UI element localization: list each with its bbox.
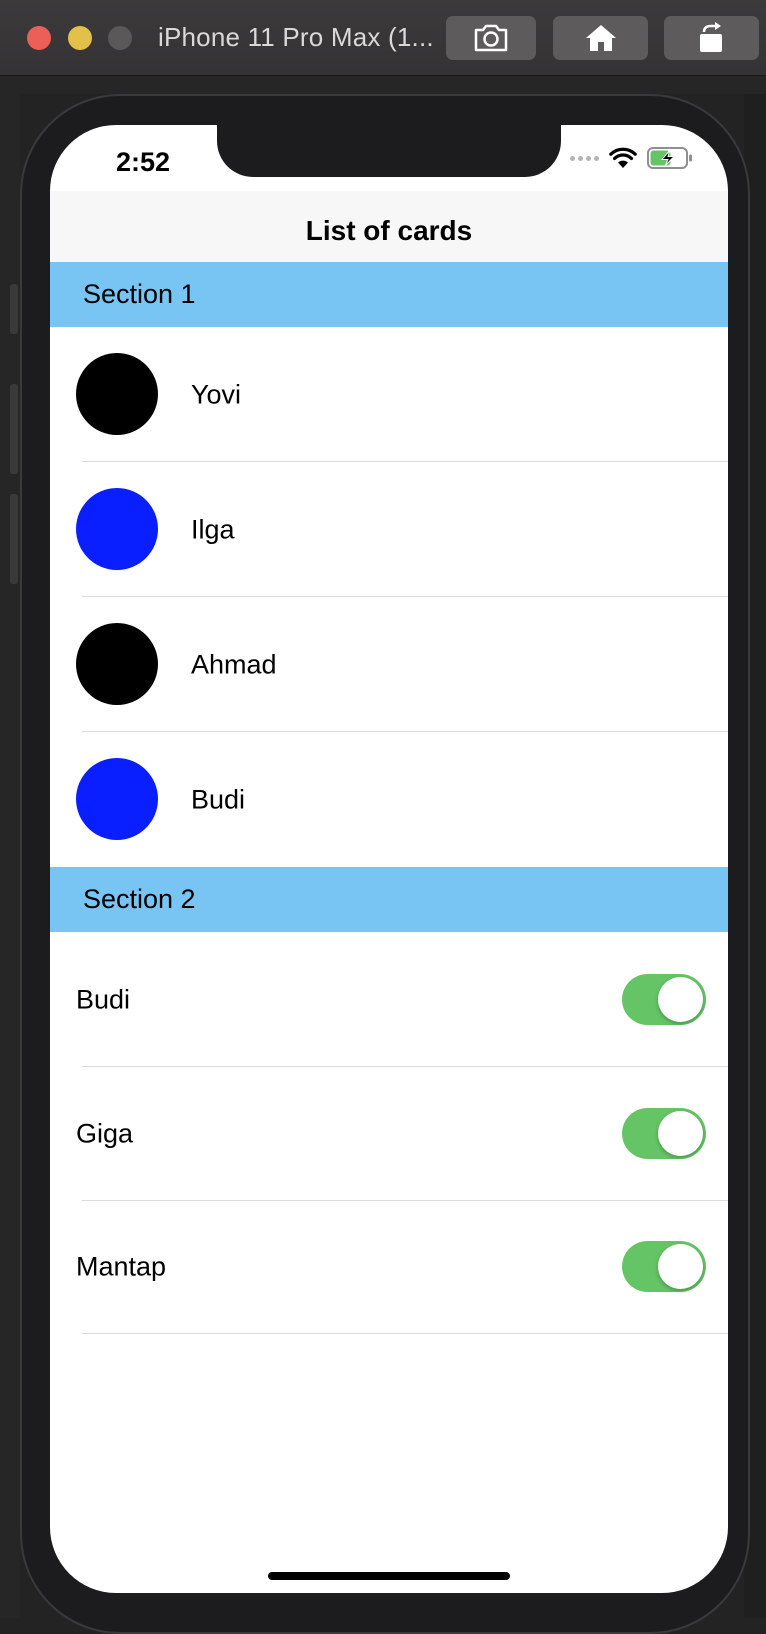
list-item[interactable]: Budi	[50, 732, 728, 867]
battery-charging-icon	[647, 147, 692, 169]
home-indicator[interactable]	[268, 1572, 510, 1580]
row-separator	[82, 1333, 728, 1334]
wifi-icon	[609, 147, 637, 168]
window-title: iPhone 11 Pro Max (1...	[158, 22, 434, 52]
phone-screen: 2:52 List of cards Section 1 Yovi Ilga A…	[50, 125, 728, 1593]
page-title: List of cards	[305, 214, 473, 246]
list-item[interactable]: Ahmad	[50, 597, 728, 732]
status-icons	[570, 147, 693, 169]
ide-gutter-marker	[10, 494, 18, 584]
minimize-window-button[interactable]	[68, 26, 92, 50]
toggle-switch[interactable]	[622, 974, 706, 1025]
toggle-switch[interactable]	[622, 1241, 706, 1292]
list-item-label: Yovi	[191, 379, 242, 409]
section-header: Section 1	[50, 262, 728, 327]
list-item-label: Ahmad	[191, 649, 277, 679]
rotate-icon	[699, 22, 722, 52]
list-item[interactable]: Yovi	[50, 327, 728, 462]
list-item[interactable]: Ilga	[50, 462, 728, 597]
ide-toolbar-strip	[0, 76, 766, 94]
ide-left-gutter	[0, 94, 20, 1618]
avatar	[76, 758, 158, 840]
status-time: 2:52	[116, 147, 171, 177]
list-item-label: Mantap	[76, 1251, 167, 1281]
list-item: Giga	[50, 1066, 728, 1201]
avatar	[76, 488, 158, 570]
close-window-button[interactable]	[27, 26, 51, 50]
rotate-button[interactable]	[664, 16, 759, 60]
screenshot-button[interactable]	[446, 16, 536, 60]
toggle-knob	[658, 1244, 703, 1289]
list-item-label: Ilga	[191, 514, 235, 544]
toggle-knob	[658, 977, 703, 1022]
avatar	[76, 623, 158, 705]
home-icon	[585, 25, 616, 51]
ide-gutter-marker	[10, 384, 18, 474]
home-button[interactable]	[553, 16, 648, 60]
list-item-label: Giga	[76, 1118, 134, 1148]
list-item-label: Budi	[191, 784, 246, 814]
navigation-bar: List of cards	[50, 191, 728, 271]
list-item-label: Budi	[76, 984, 131, 1014]
simulator-title-bar: iPhone 11 Pro Max (1...	[0, 0, 766, 76]
list-item: Mantap	[50, 1199, 728, 1334]
zoom-window-button[interactable]	[108, 26, 132, 50]
avatar	[76, 353, 158, 435]
list-item: Budi	[50, 932, 728, 1067]
cellular-signal-icon	[570, 155, 599, 161]
toggle-switch[interactable]	[622, 1108, 706, 1159]
toggle-knob	[658, 1111, 703, 1156]
notch	[217, 125, 561, 177]
camera-icon	[474, 24, 508, 52]
section-header: Section 2	[50, 867, 728, 932]
ide-gutter-marker	[10, 284, 18, 334]
